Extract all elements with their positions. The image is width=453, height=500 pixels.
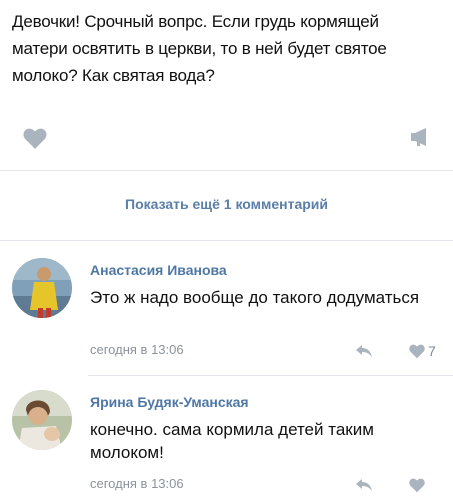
comment-author[interactable]: Ярина Будяк-Уманская — [90, 394, 249, 410]
comment-item: Ярина Будяк-Уманская конечно. сама корми… — [0, 382, 453, 500]
divider — [0, 240, 453, 241]
show-more-comments-link[interactable]: Показать ещё 1 комментарий — [0, 196, 453, 212]
heart-icon[interactable] — [22, 126, 48, 150]
comment-text: конечно. сама кормила детей таким молоко… — [90, 420, 374, 462]
like-count: 7 — [428, 343, 436, 359]
post-page: Девочки! Срочный вопрс. Если грудь кормя… — [0, 0, 453, 500]
divider — [88, 375, 453, 376]
comment-author[interactable]: Анастасия Иванова — [90, 262, 227, 278]
avatar[interactable] — [12, 258, 72, 318]
comment-item: Анастасия Иванова Это ж надо вообще до т… — [0, 250, 453, 370]
comment-timestamp: сегодня в 13:06 — [90, 476, 184, 491]
megaphone-icon[interactable] — [409, 126, 431, 148]
post-text: Девочки! Срочный вопрс. Если грудь кормя… — [12, 12, 387, 85]
avatar[interactable] — [12, 390, 72, 450]
post-actions — [0, 118, 453, 154]
divider — [0, 170, 453, 171]
reply-arrow-icon[interactable] — [355, 478, 373, 492]
heart-icon[interactable] — [408, 477, 426, 493]
comment-text: Это ж надо вообще до такого додуматься — [90, 288, 420, 307]
heart-icon[interactable] — [408, 343, 426, 359]
reply-arrow-icon[interactable] — [355, 344, 373, 358]
comment-timestamp: сегодня в 13:06 — [90, 342, 184, 357]
